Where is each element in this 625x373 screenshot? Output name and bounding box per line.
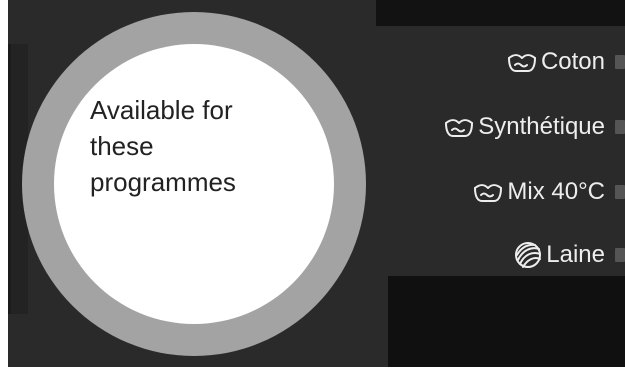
bottom-display-block: [388, 276, 625, 367]
programme-indicator: [615, 248, 625, 262]
programme-coton[interactable]: Coton: [506, 45, 605, 79]
programme-label: Mix 40°C: [507, 178, 605, 205]
programme-label: Coton: [540, 48, 605, 75]
programme-indicator: [615, 185, 625, 199]
programme-indicator: [615, 120, 625, 134]
programme-indicator: [615, 55, 625, 69]
availability-note: Available for these programmes: [90, 92, 280, 200]
washing-tub-icon: [443, 116, 475, 138]
programme-mix-40[interactable]: Mix 40°C: [472, 175, 605, 209]
washing-tub-icon: [506, 51, 538, 73]
programme-laine[interactable]: Laine: [513, 238, 605, 272]
programme-synthetique[interactable]: Synthétique: [443, 110, 605, 144]
availability-line: these: [90, 131, 154, 161]
washing-tub-icon: [472, 181, 504, 203]
availability-line: programmes: [90, 167, 236, 197]
programme-label: Laine: [546, 241, 605, 268]
control-panel: Available for these programmes Coton Syn…: [8, 0, 625, 367]
availability-line: Available for: [90, 95, 233, 125]
top-display-bar: [376, 0, 625, 26]
programme-label: Synthétique: [478, 113, 605, 140]
wool-ball-icon: [513, 240, 543, 270]
